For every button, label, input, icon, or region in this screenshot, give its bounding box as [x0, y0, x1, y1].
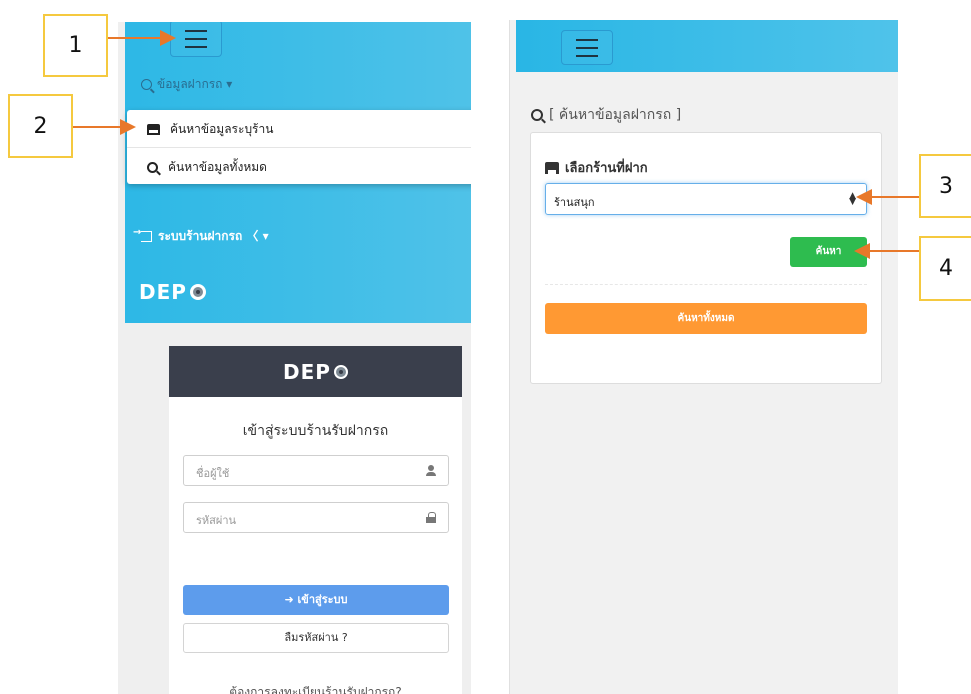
dropdown-item-label: ค้นหาข้อมูลทั้งหมด [168, 160, 267, 174]
lock-icon [426, 512, 436, 523]
login-logo: DEP [283, 360, 348, 384]
store-icon [147, 124, 160, 135]
nav-system-label: ระบบร้านฝากรถ 〈 ▾ [158, 229, 269, 243]
store-select-label: เลือกร้านที่ฝาก [545, 157, 648, 178]
search-all-button-label: ค้นหาทั้งหมด [677, 313, 735, 324]
dropdown-divider [127, 147, 471, 148]
callout-3: 3 [919, 154, 971, 218]
sign-in-icon [133, 227, 152, 242]
dropdown-item-search-by-store[interactable]: ค้นหาข้อมูลระบุร้าน [147, 120, 273, 139]
dropdown-item-search-all[interactable]: ค้นหาข้อมูลทั้งหมด [147, 158, 267, 177]
left-phone-screen: ข้อมูลฝากรถ ▾ ระบบร้านฝากรถ 〈 ▾ DEP ค้นห… [118, 22, 471, 694]
wheel-icon [189, 284, 206, 300]
selected-store-value: ร้านสนุก [554, 196, 595, 209]
callout-1: 1 [43, 14, 108, 77]
search-button[interactable]: ค้นหา [790, 237, 867, 267]
search-plus-icon [147, 162, 158, 173]
search-panel: เลือกร้านที่ฝาก ร้านสนุก ▲ ▼ ค้นหา ค้นหาท… [530, 132, 882, 384]
login-card-header: DEP [169, 346, 462, 397]
hamburger-menu-button[interactable] [561, 30, 613, 65]
right-header-bar [516, 20, 898, 72]
store-select[interactable]: ร้านสนุก ▲ ▼ [545, 183, 867, 215]
nav-search-label: ข้อมูลฝากรถ ▾ [157, 77, 233, 91]
username-placeholder: ชื่อผู้ใช้ [196, 467, 230, 480]
nav-search-data[interactable]: ข้อมูลฝากรถ ▾ [141, 75, 232, 94]
search-dropdown-menu: ค้นหาข้อมูลระบุร้าน ค้นหาข้อมูลทั้งหมด [127, 110, 471, 184]
login-button[interactable]: ➜ เข้าสู่ระบบ [183, 585, 449, 615]
page-title-text: [ ค้นหาข้อมูลฝากรถ ] [549, 107, 682, 123]
select-arrows-icon: ▲ ▼ [849, 191, 856, 207]
password-placeholder: รหัสผ่าน [196, 514, 237, 527]
forgot-password-button[interactable]: ลืมรหัสผ่าน ? [183, 623, 449, 653]
user-icon [426, 465, 436, 476]
dropdown-item-label: ค้นหาข้อมูลระบุร้าน [170, 122, 274, 136]
search-icon [531, 109, 543, 121]
nav-store-system[interactable]: ระบบร้านฝากรถ 〈 ▾ [133, 227, 269, 246]
search-button-label: ค้นหา [815, 246, 842, 257]
login-card: DEP เข้าสู่ระบบร้านรับฝากรถ ชื่อผู้ใช้ ร… [169, 346, 462, 694]
password-field[interactable]: รหัสผ่าน [183, 502, 449, 533]
search-icon [141, 79, 152, 90]
register-link[interactable]: ต้องการลงทะเบียนร้านรับฝากรถ? [169, 683, 462, 694]
page-title: [ ค้นหาข้อมูลฝากรถ ] [531, 104, 681, 126]
header-logo: DEP [139, 280, 206, 304]
hamburger-menu-button[interactable] [170, 22, 222, 57]
callout-4: 4 [919, 236, 971, 301]
logo-text: DEP [139, 280, 187, 304]
panel-divider [545, 284, 867, 285]
username-field[interactable]: ชื่อผู้ใช้ [183, 455, 449, 486]
search-all-button[interactable]: ค้นหาทั้งหมด [545, 303, 867, 334]
wheel-icon [333, 364, 348, 379]
logo-text: DEP [283, 359, 331, 384]
store-label-text: เลือกร้านที่ฝาก [565, 161, 648, 176]
login-title: เข้าสู่ระบบร้านรับฝากรถ [242, 423, 389, 439]
store-icon [545, 161, 559, 174]
callout-2: 2 [8, 94, 73, 158]
right-phone-screen: [ ค้นหาข้อมูลฝากรถ ] เลือกร้านที่ฝาก ร้า… [509, 20, 898, 694]
